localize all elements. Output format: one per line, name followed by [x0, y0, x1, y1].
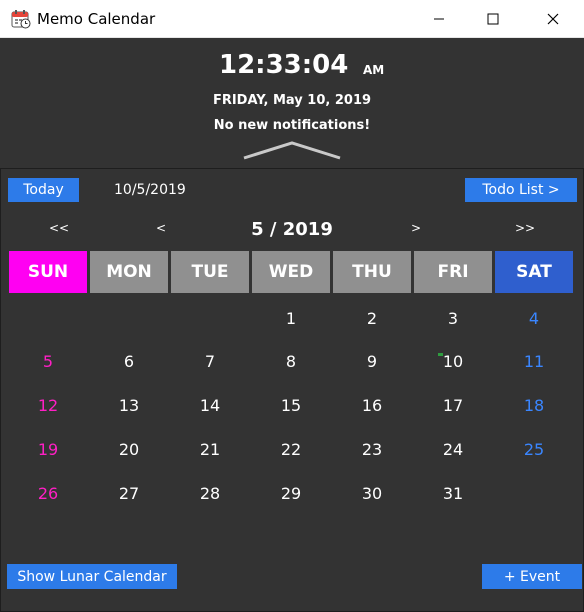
- weekday-fri: FRI: [414, 251, 492, 293]
- day-cell-22[interactable]: 22: [252, 429, 330, 469]
- next-month-button[interactable]: >: [411, 221, 421, 235]
- day-cell-9[interactable]: 9: [333, 341, 411, 381]
- day-cell-15[interactable]: 15: [252, 385, 330, 425]
- day-cell-24[interactable]: 24: [414, 429, 492, 469]
- day-cell-14[interactable]: 14: [171, 385, 249, 425]
- show-lunar-calendar-button[interactable]: Show Lunar Calendar: [7, 564, 177, 589]
- day-cell-11[interactable]: 11: [495, 341, 573, 381]
- day-cell-28[interactable]: 28: [171, 473, 249, 513]
- window-titlebar[interactable]: Memo Calendar: [0, 0, 584, 38]
- close-icon: [547, 13, 559, 25]
- close-button[interactable]: [530, 0, 576, 38]
- current-time: 12:33:04: [219, 50, 349, 80]
- notification-text: No new notifications!: [213, 118, 371, 133]
- maximize-button[interactable]: [470, 0, 516, 38]
- month-title: 5 / 2019: [251, 219, 333, 240]
- day-cell-1[interactable]: 1: [252, 298, 330, 338]
- minimize-button[interactable]: [416, 0, 462, 38]
- day-cell-29[interactable]: 29: [252, 473, 330, 513]
- weekday-sat: SAT: [495, 251, 573, 293]
- day-cell-5[interactable]: 5: [9, 341, 87, 381]
- day-cell-12[interactable]: 12: [9, 385, 87, 425]
- day-cell-16[interactable]: 16: [333, 385, 411, 425]
- today-button[interactable]: Today: [8, 178, 79, 202]
- weekday-wed: WED: [252, 251, 330, 293]
- todo-list-button[interactable]: Todo List >: [465, 178, 577, 202]
- weekday-mon: MON: [90, 251, 168, 293]
- weekday-thu: THU: [333, 251, 411, 293]
- day-cell-23[interactable]: 23: [333, 429, 411, 469]
- maximize-icon: [487, 13, 499, 25]
- window-title: Memo Calendar: [37, 10, 156, 28]
- calendar-icon: [11, 10, 31, 29]
- day-cell-2[interactable]: 2: [333, 298, 411, 338]
- clock-header: 12:33:04 AM FRIDAY, May 10, 2019 No new …: [0, 38, 584, 168]
- weekday-sun: SUN: [9, 251, 87, 293]
- day-cell-27[interactable]: 27: [90, 473, 168, 513]
- chevron-up-icon[interactable]: [241, 139, 343, 163]
- minimize-icon: [434, 18, 444, 20]
- day-cell-8[interactable]: 8: [252, 341, 330, 381]
- day-cell-20[interactable]: 20: [90, 429, 168, 469]
- weekday-tue: TUE: [171, 251, 249, 293]
- day-cell-19[interactable]: 19: [9, 429, 87, 469]
- selected-date: 10/5/2019: [114, 182, 186, 198]
- day-cell-21[interactable]: 21: [171, 429, 249, 469]
- next-year-button[interactable]: >>: [515, 221, 535, 235]
- day-cell-3[interactable]: 3: [414, 298, 492, 338]
- day-cell-31[interactable]: 31: [414, 473, 492, 513]
- day-cell-17[interactable]: 17: [414, 385, 492, 425]
- day-cell-26[interactable]: 26: [9, 473, 87, 513]
- memo-marker: [438, 353, 443, 356]
- day-cell-6[interactable]: 6: [90, 341, 168, 381]
- day-cell-25[interactable]: 25: [495, 429, 573, 469]
- current-date: FRIDAY, May 10, 2019: [212, 93, 372, 108]
- day-cell-13[interactable]: 13: [90, 385, 168, 425]
- day-cell-10[interactable]: 10: [414, 341, 492, 381]
- day-cell-30[interactable]: 30: [333, 473, 411, 513]
- day-cell-4[interactable]: 4: [495, 298, 573, 338]
- am-pm-indicator: AM: [363, 63, 385, 77]
- day-cell-7[interactable]: 7: [171, 341, 249, 381]
- day-cell-18[interactable]: 18: [495, 385, 573, 425]
- add-event-button[interactable]: + Event: [482, 564, 582, 589]
